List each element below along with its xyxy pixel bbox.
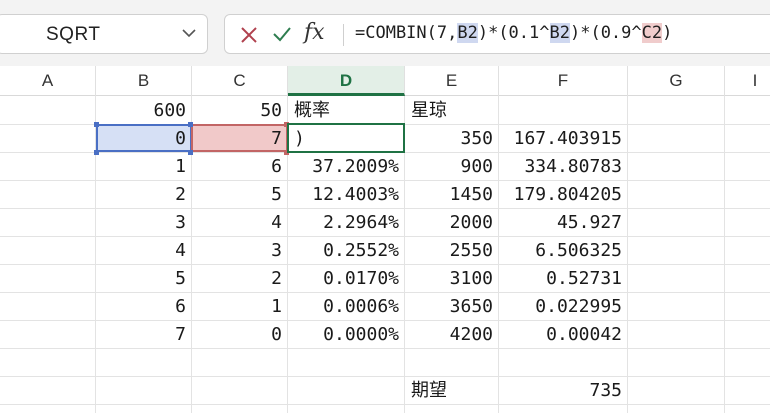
column-header-a[interactable]: A	[0, 66, 96, 96]
cell-c4[interactable]: 5	[192, 180, 288, 208]
cell-b3[interactable]: 1	[96, 152, 192, 180]
cell-b11[interactable]	[96, 376, 192, 404]
cell-e3[interactable]: 900	[405, 152, 499, 180]
column-header-g[interactable]: G	[628, 66, 725, 96]
cell-b9[interactable]: 7	[96, 320, 192, 348]
cell-f1[interactable]	[499, 96, 628, 124]
formula-ref-c2: C2	[641, 23, 663, 43]
cell-f7[interactable]: 0.52731	[499, 264, 628, 292]
cell-f10[interactable]	[499, 348, 628, 376]
cell-c11[interactable]	[192, 376, 288, 404]
cell-f9[interactable]: 0.00042	[499, 320, 628, 348]
insert-function-icon[interactable]: fx	[304, 20, 325, 45]
cell-c7[interactable]: 2	[192, 264, 288, 292]
cell-d8[interactable]: 0.0006%	[288, 292, 405, 320]
cell-d11[interactable]	[288, 376, 405, 404]
cell-f2[interactable]: 167.403915	[499, 124, 628, 152]
cell-e4[interactable]: 1450	[405, 180, 499, 208]
column-header-i[interactable]: I	[725, 66, 770, 96]
cell-f6[interactable]: 6.506325	[499, 236, 628, 264]
cell-b10[interactable]	[96, 348, 192, 376]
cell-e10[interactable]	[405, 348, 499, 376]
cell-f8[interactable]: 0.022995	[499, 292, 628, 320]
cancel-icon[interactable]	[240, 26, 258, 44]
cell-c2[interactable]: 7	[192, 124, 288, 152]
cell-f4[interactable]: 179.804205	[499, 180, 628, 208]
formula-part: =COMBIN(7,	[355, 23, 458, 43]
grid-line	[724, 96, 725, 413]
column-header-e[interactable]: E	[405, 66, 499, 96]
cell-d6[interactable]: 0.2552%	[288, 236, 405, 264]
cell-c1[interactable]: 50	[192, 96, 288, 124]
column-header-c[interactable]: C	[192, 66, 288, 96]
formula-part: )	[662, 23, 673, 43]
cell-c8[interactable]: 1	[192, 292, 288, 320]
cell-e5[interactable]: 2000	[405, 208, 499, 236]
cell-b1[interactable]: 600	[96, 96, 192, 124]
cell-d9[interactable]: 0.0000%	[288, 320, 405, 348]
cell-e1[interactable]: 星琼	[405, 96, 499, 124]
cell-d2[interactable]: )	[288, 124, 405, 152]
column-header-b[interactable]: B	[96, 66, 192, 96]
name-box-value[interactable]: SQRT	[46, 24, 100, 46]
cell-f3[interactable]: 334.80783	[499, 152, 628, 180]
cell-e8[interactable]: 3650	[405, 292, 499, 320]
checkmark-icon[interactable]	[272, 25, 292, 43]
cell-d5[interactable]: 2.2964%	[288, 208, 405, 236]
grid-line	[0, 404, 770, 405]
cell-e11[interactable]: 期望	[405, 376, 499, 404]
cell-b7[interactable]: 5	[96, 264, 192, 292]
formula-part: )*(0.9^	[569, 23, 642, 43]
cell-c10[interactable]	[192, 348, 288, 376]
cell-d7[interactable]: 0.0170%	[288, 264, 405, 292]
formula-ref-b2: B2	[457, 23, 478, 43]
formula-ref-b2: B2	[549, 23, 570, 43]
cell-e2[interactable]: 350	[405, 124, 499, 152]
cell-c6[interactable]: 3	[192, 236, 288, 264]
cell-b6[interactable]: 4	[96, 236, 192, 264]
cell-c3[interactable]: 6	[192, 152, 288, 180]
column-header-f[interactable]: F	[499, 66, 628, 96]
cell-d10[interactable]	[288, 348, 405, 376]
cell-f11[interactable]: 735	[499, 376, 628, 404]
cell-d4[interactable]: 12.4003%	[288, 180, 405, 208]
cell-b4[interactable]: 2	[96, 180, 192, 208]
cell-b8[interactable]: 6	[96, 292, 192, 320]
name-box[interactable]	[0, 14, 208, 54]
formula-bar-divider	[343, 24, 344, 46]
formula-text[interactable]: =COMBIN(7,B2)*(0.1^B2)*(0.9^C2)	[355, 23, 672, 43]
cell-f5[interactable]: 45.927	[499, 208, 628, 236]
cell-b2[interactable]: 0	[96, 124, 192, 152]
cell-e7[interactable]: 3100	[405, 264, 499, 292]
cell-b5[interactable]: 3	[96, 208, 192, 236]
column-header-d[interactable]: D	[288, 66, 405, 96]
cell-e9[interactable]: 4200	[405, 320, 499, 348]
cell-d1[interactable]: 概率	[288, 96, 405, 124]
cell-d3[interactable]: 37.2009%	[288, 152, 405, 180]
cell-c5[interactable]: 4	[192, 208, 288, 236]
chevron-down-icon[interactable]	[182, 28, 196, 38]
cell-c9[interactable]: 0	[192, 320, 288, 348]
formula-part: )*(0.1^	[477, 23, 550, 43]
cell-e6[interactable]: 2550	[405, 236, 499, 264]
